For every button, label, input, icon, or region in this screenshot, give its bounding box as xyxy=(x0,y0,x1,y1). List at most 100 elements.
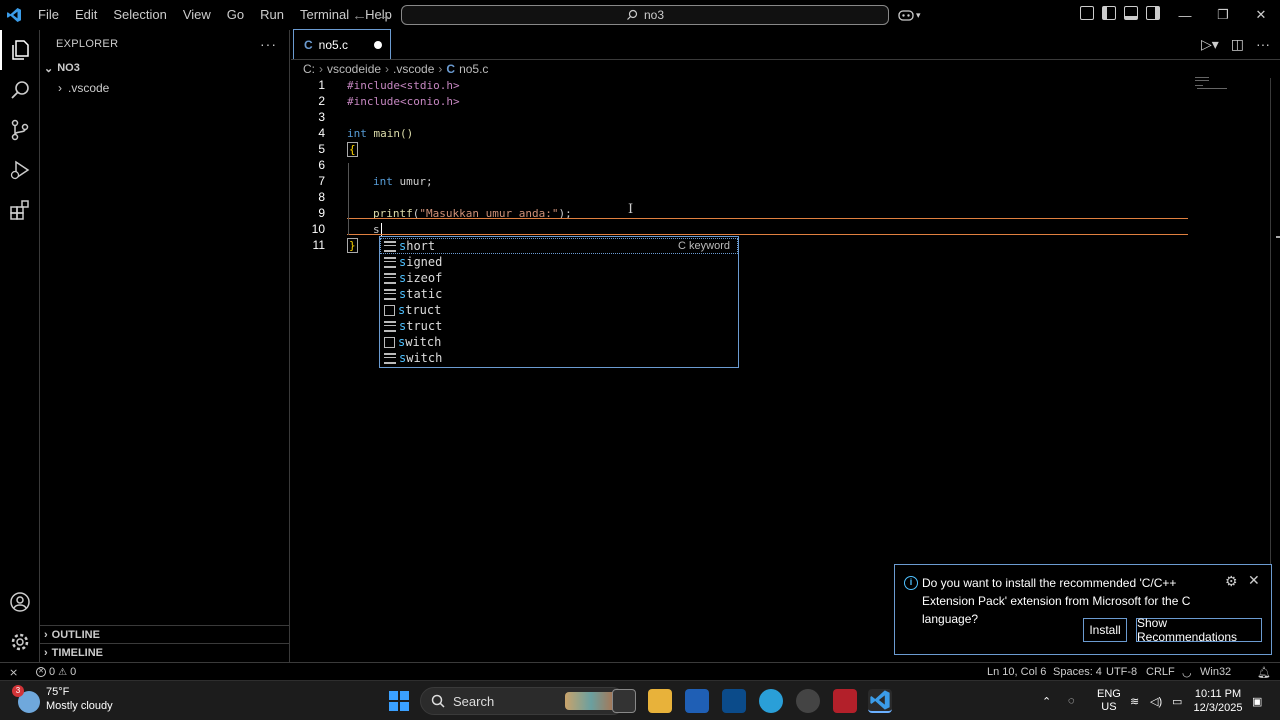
suggestion-item[interactable]: sizeof xyxy=(380,270,738,286)
minimize-icon[interactable]: — xyxy=(1166,0,1204,30)
gear-icon[interactable]: ⚙ xyxy=(1225,573,1238,590)
close-window-icon[interactable]: ✕ xyxy=(1242,0,1280,30)
windows-start-icon[interactable] xyxy=(389,691,409,711)
cursor-position[interactable]: Ln 10, Col 6 xyxy=(987,663,1046,681)
security-app-icon[interactable] xyxy=(833,689,857,713)
menu-view[interactable]: View xyxy=(175,0,219,30)
breadcrumb-item[interactable]: no5.c xyxy=(459,62,488,76)
keyword-icon xyxy=(384,320,396,332)
clock-date: 12/3/2025 xyxy=(1193,702,1243,714)
taskbar-search[interactable]: Search xyxy=(420,687,626,715)
explorer-icon[interactable] xyxy=(0,30,40,70)
folder-name: NO3 xyxy=(57,62,80,74)
tab-no5-c[interactable]: C no5.c xyxy=(293,29,391,59)
language-indicator[interactable]: ENG US xyxy=(1097,681,1121,720)
tree-item-vscode[interactable]: › .vscode xyxy=(40,78,289,98)
run-file-icon[interactable]: ▷▾ xyxy=(1201,36,1219,53)
edge-browser-icon[interactable] xyxy=(759,689,783,713)
suggestion-item[interactable]: switch xyxy=(380,350,738,366)
menu-selection[interactable]: Selection xyxy=(105,0,174,30)
menu-file[interactable]: File xyxy=(30,0,67,30)
suggestion-item[interactable]: static xyxy=(380,286,738,302)
source-control-icon[interactable] xyxy=(0,110,40,150)
end-of-line[interactable]: CRLF xyxy=(1146,663,1175,681)
notifications-bell-icon[interactable]: 🔔︎ xyxy=(1257,663,1271,681)
suggestion-item[interactable]: short C keyword xyxy=(380,238,738,254)
close-icon[interactable]: ✕ xyxy=(1248,572,1260,589)
breadcrumb-item[interactable]: vscodeide xyxy=(327,62,381,76)
toggle-panel-icon[interactable] xyxy=(1124,6,1138,20)
unsaved-dot-icon[interactable] xyxy=(374,41,382,49)
snippet-icon xyxy=(384,304,395,316)
suggestion-item[interactable]: signed xyxy=(380,254,738,270)
editor-scrollbar[interactable] xyxy=(1270,78,1280,568)
split-editor-icon[interactable]: ◫ xyxy=(1231,36,1244,53)
manage-gear-icon[interactable] xyxy=(0,622,40,662)
account-icon[interactable] xyxy=(0,582,40,622)
breadcrumb-item[interactable]: .vscode xyxy=(393,62,434,76)
show-recommendations-button[interactable]: Show Recommendations xyxy=(1136,616,1262,644)
problems-status[interactable]: ✕ 0 ⚠ 0 xyxy=(36,663,76,681)
suggestion-item[interactable]: struct xyxy=(380,302,738,318)
line-number: 4 xyxy=(318,126,325,140)
command-center-search[interactable]: no3 xyxy=(401,5,889,25)
line-text: } xyxy=(347,237,358,253)
outline-label: OUTLINE xyxy=(51,628,100,641)
taskbar-clock[interactable]: 10:11 PM 12/3/2025 xyxy=(1190,687,1246,715)
encoding[interactable]: UTF-8 xyxy=(1106,663,1137,681)
folder-section-header[interactable]: ⌄ NO3 xyxy=(40,58,289,78)
suggestion-item[interactable]: struct xyxy=(380,318,738,334)
toggle-primary-sidebar-icon[interactable] xyxy=(1102,6,1116,20)
platform[interactable]: Win32 xyxy=(1200,663,1231,681)
forward-arrow-icon[interactable]: → xyxy=(377,7,392,24)
remote-icon[interactable]: ⨯ xyxy=(9,663,18,681)
suggestion-item[interactable]: switch xyxy=(380,334,738,350)
extensions-icon[interactable] xyxy=(0,190,40,230)
store-app-icon[interactable] xyxy=(722,689,746,713)
clock-time: 10:11 PM xyxy=(1194,688,1242,700)
task-view-icon[interactable] xyxy=(612,689,636,713)
region-code: US xyxy=(1101,701,1117,713)
battery-icon[interactable]: ▭ xyxy=(1172,681,1182,720)
outline-section-header[interactable]: › OUTLINE xyxy=(40,625,290,643)
menu-edit[interactable]: Edit xyxy=(67,0,105,30)
suggestion-label: short xyxy=(399,239,436,253)
restore-icon[interactable]: ❐ xyxy=(1204,0,1242,30)
toggle-secondary-sidebar-icon[interactable] xyxy=(1146,6,1160,20)
microsoft-store-icon[interactable] xyxy=(685,689,709,713)
chevron-right-icon: › xyxy=(58,81,62,95)
suggestion-label: struct xyxy=(398,303,442,317)
wifi-icon[interactable]: ≋ xyxy=(1130,681,1139,720)
tray-app-icon[interactable]: ◌ xyxy=(1068,681,1075,720)
timeline-section-header[interactable]: › TIMELINE xyxy=(40,643,290,661)
c-file-icon: C xyxy=(304,37,313,52)
file-explorer-icon[interactable] xyxy=(648,689,672,713)
matching-brace: { xyxy=(347,141,358,157)
breadcrumb-item[interactable]: C: xyxy=(303,62,315,76)
menu-go[interactable]: Go xyxy=(219,0,252,30)
line-number: 11 xyxy=(312,238,325,252)
weather-widget[interactable]: 3 75°F Mostly cloudy xyxy=(12,685,113,713)
install-button[interactable]: Install xyxy=(1083,618,1127,642)
windows-taskbar: 3 75°F Mostly cloudy Search ⌃ ◌ ENG US ≋… xyxy=(0,680,1280,720)
chat-app-icon[interactable] xyxy=(796,689,820,713)
notification-center-icon[interactable]: ▣ xyxy=(1252,681,1262,720)
line-number: 2 xyxy=(318,94,325,108)
current-line-highlight xyxy=(347,234,1188,235)
copilot-icon[interactable]: ▾ xyxy=(898,6,926,24)
search-icon[interactable] xyxy=(0,70,40,110)
explorer-header: EXPLORER ··· xyxy=(40,30,289,58)
menu-run[interactable]: Run xyxy=(252,0,292,30)
breadcrumb: C: › vscodeide › .vscode › C no5.c xyxy=(291,60,1280,78)
run-debug-icon[interactable] xyxy=(0,150,40,190)
line-number: 8 xyxy=(318,190,325,204)
more-actions-icon[interactable]: ··· xyxy=(260,36,277,52)
back-arrow-icon[interactable]: ← xyxy=(352,7,367,24)
show-hidden-icons-icon[interactable]: ⌃ xyxy=(1042,681,1051,720)
vscode-taskbar-icon[interactable] xyxy=(868,689,892,713)
customize-layout-icon[interactable] xyxy=(1080,6,1094,20)
menu-terminal[interactable]: Terminal xyxy=(292,0,357,30)
more-actions-icon[interactable]: ··· xyxy=(1256,36,1270,53)
indentation[interactable]: Spaces: 4 xyxy=(1053,663,1102,681)
volume-icon[interactable]: ◁) xyxy=(1150,681,1162,720)
